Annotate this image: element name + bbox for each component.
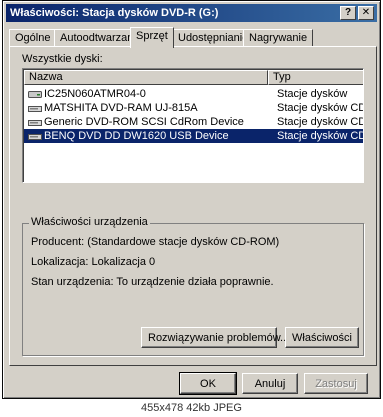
window-title: Właściwości: Stacja dysków DVD-R (G:)	[10, 7, 219, 19]
troubleshoot-button[interactable]: Rozwiązywanie problemów...	[141, 327, 289, 348]
device-list[interactable]: Nazwa Typ IC25N060ATMR04-0 Stacje dysków…	[22, 68, 364, 183]
device-name: Generic DVD-ROM SCSI CdRom Device	[44, 116, 244, 128]
tab-recording[interactable]: Nagrywanie	[243, 29, 314, 47]
all-drives-label: Wszystkie dyski:	[22, 53, 103, 65]
cancel-button[interactable]: Anuluj	[242, 373, 298, 394]
device-properties-group: Właściwości urządzenia Producent: (Stand…	[22, 216, 364, 356]
cd-drive-icon	[28, 106, 42, 112]
device-row-ic25n060[interactable]: IC25N060ATMR04-0 Stacje dysków	[24, 87, 363, 101]
device-type: Stacje dysków CD-RO	[277, 102, 363, 114]
cd-drive-icon	[28, 134, 42, 140]
device-type: Stacje dysków CD-RO	[277, 116, 363, 128]
manufacturer-text: Producent: (Standardowe stacje dysków CD…	[31, 236, 280, 248]
tab-hardware[interactable]: Sprzęt	[130, 27, 174, 48]
hardware-tab-panel: Wszystkie dyski: Nazwa Typ IC25N060ATMR0…	[9, 46, 377, 366]
cd-drive-icon	[28, 120, 42, 126]
image-caption: 455x478 42kb JPEG	[0, 399, 383, 417]
device-type: Stacje dysków	[277, 88, 348, 100]
column-header-name[interactable]: Nazwa	[24, 70, 268, 85]
tab-sharing[interactable]: Udostępnianie	[172, 29, 255, 47]
help-button[interactable]: ?	[340, 6, 356, 20]
device-row-matshita[interactable]: MATSHITA DVD-RAM UJ-815A Stacje dysków C…	[24, 101, 363, 115]
device-row-benq[interactable]: BENQ DVD DD DW1620 USB Device Stacje dys…	[24, 129, 363, 143]
column-header-type[interactable]: Typ	[268, 70, 363, 85]
device-name: MATSHITA DVD-RAM UJ-815A	[44, 102, 198, 114]
title-bar[interactable]: Właściwości: Stacja dysków DVD-R (G:) ? …	[6, 4, 377, 22]
device-name: IC25N060ATMR04-0	[44, 88, 146, 100]
location-text: Lokalizacja: Lokalizacja 0	[31, 256, 156, 268]
device-properties-button[interactable]: Właściwości	[285, 327, 359, 348]
ok-button[interactable]: OK	[179, 372, 237, 395]
device-name: BENQ DVD DD DW1620 USB Device	[44, 130, 229, 142]
device-status-text: Stan urządzenia: To urządzenie działa po…	[31, 276, 274, 288]
properties-dialog: Właściwości: Stacja dysków DVD-R (G:) ? …	[2, 0, 381, 399]
apply-button[interactable]: Zastosuj	[304, 373, 368, 394]
tab-general[interactable]: Ogólne	[9, 29, 57, 47]
hard-disk-icon	[28, 91, 42, 98]
close-button[interactable]: ✕	[358, 6, 374, 20]
device-type: Stacje dysków CD-RO	[277, 130, 363, 142]
device-row-generic-dvd[interactable]: Generic DVD-ROM SCSI CdRom Device Stacje…	[24, 115, 363, 129]
device-properties-legend: Właściwości urządzenia	[29, 216, 150, 228]
